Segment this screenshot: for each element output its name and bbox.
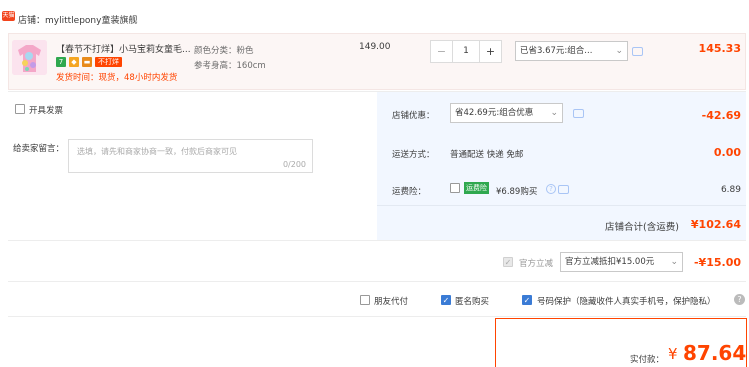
insurance-label: 运费险：	[392, 187, 427, 197]
delivery-label: 运送方式：	[392, 150, 435, 160]
service-tags: 7 ◆ ▬ 不打烊	[56, 57, 122, 67]
delivery-value: 普通配送 快递 免邮	[450, 150, 524, 160]
divider	[8, 281, 746, 282]
official-discount-label: 官方立减	[519, 259, 554, 269]
privacy-checkbox[interactable]: ✓	[522, 295, 532, 305]
product-thumbnail[interactable]	[12, 40, 47, 75]
official-discount-select-value: 官方立减抵扣¥15.00元	[565, 257, 655, 267]
chevron-down-icon: ⌄	[670, 257, 678, 267]
privacy-label: 号码保护（隐藏收件人真实手机号，保护隐私）	[537, 297, 716, 307]
shop-total-amount: ¥102.64	[690, 218, 741, 231]
official-discount-amount: -¥15.00	[693, 256, 741, 269]
shop-discount-select[interactable]: 省42.69元:组合优惠 ⌄	[450, 103, 563, 123]
shop-discount-amount: -42.69	[701, 109, 741, 122]
sku-height: 参考身高：160cm	[194, 61, 266, 71]
quantity-minus-button[interactable]: −	[431, 41, 453, 62]
chat-icon[interactable]	[558, 185, 569, 194]
final-payment-box: 实付款： ¥ 87.64	[495, 318, 747, 367]
insurance-badge: 运费险	[464, 182, 489, 194]
help-icon[interactable]: ?	[734, 294, 745, 305]
final-currency: ¥	[668, 345, 678, 363]
item-promo-select-value: 已省3.67元:组合...	[520, 46, 593, 56]
seller-message-placeholder: 选填，请先和商家协商一致，付款后商家可见	[77, 147, 237, 156]
chat-icon[interactable]	[632, 47, 643, 56]
guarantee-icon: ◆	[69, 57, 79, 67]
seven-day-return-icon: 7	[56, 57, 66, 67]
final-amount-label: 实付款：	[630, 355, 665, 365]
anonymous-checkbox[interactable]: ✓	[441, 295, 451, 305]
chevron-down-icon: ⌄	[550, 108, 558, 118]
divider	[8, 240, 746, 241]
insurance-price: ¥6.89购买	[496, 187, 538, 197]
insurance-amount: 6.89	[720, 185, 741, 195]
tmall-badge-icon: 天猫	[2, 11, 15, 21]
divider	[8, 316, 746, 317]
chevron-down-icon: ⌄	[615, 46, 623, 56]
shipping-note: 发货时间：现货，48小时内发货	[56, 73, 178, 83]
friend-pay-label: 朋友代付	[374, 297, 409, 307]
quantity-stepper: − 1 +	[430, 40, 502, 63]
quantity-input[interactable]: 1	[453, 41, 479, 62]
shop-total-label: 店铺合计(含运费)	[605, 222, 679, 233]
product-title-link[interactable]: 【春节不打烊】小马宝莉女童毛...	[56, 42, 191, 55]
friend-pay-checkbox[interactable]	[360, 295, 370, 305]
shop-name-link[interactable]: 店铺：mylittlepony童装旗舰	[18, 13, 137, 26]
unit-price: 149.00	[359, 42, 391, 52]
sku-color: 颜色分类：粉色	[194, 46, 254, 56]
final-amount: 87.64	[683, 341, 747, 365]
message-char-counter: 0/200	[282, 160, 306, 169]
shop-discount-select-value: 省42.69元:组合优惠	[455, 108, 534, 118]
insurance-checkbox[interactable]	[450, 183, 460, 193]
divider	[377, 205, 746, 206]
no-close-tag: 不打烊	[95, 57, 122, 67]
help-icon[interactable]: ?	[546, 184, 556, 194]
item-subtotal: 145.33	[698, 42, 741, 55]
item-promo-select[interactable]: 已省3.67元:组合... ⌄	[515, 41, 628, 61]
invoice-label: 开具发票	[29, 106, 64, 116]
invoice-checkbox[interactable]	[15, 104, 25, 114]
seller-message-input[interactable]: 选填，请先和商家协商一致，付款后商家可见 0/200	[68, 139, 313, 173]
message-label: 给卖家留言：	[13, 144, 65, 154]
shop-discount-label: 店铺优惠：	[392, 111, 435, 121]
delivery-amount: 0.00	[713, 146, 741, 159]
quantity-plus-button[interactable]: +	[479, 41, 501, 62]
anonymous-label: 匿名购买	[455, 297, 490, 307]
card-pay-icon: ▬	[82, 57, 92, 67]
chat-icon[interactable]	[573, 109, 584, 118]
official-discount-checkbox[interactable]: ✓	[503, 257, 513, 267]
official-discount-select[interactable]: 官方立减抵扣¥15.00元 ⌄	[560, 252, 683, 272]
